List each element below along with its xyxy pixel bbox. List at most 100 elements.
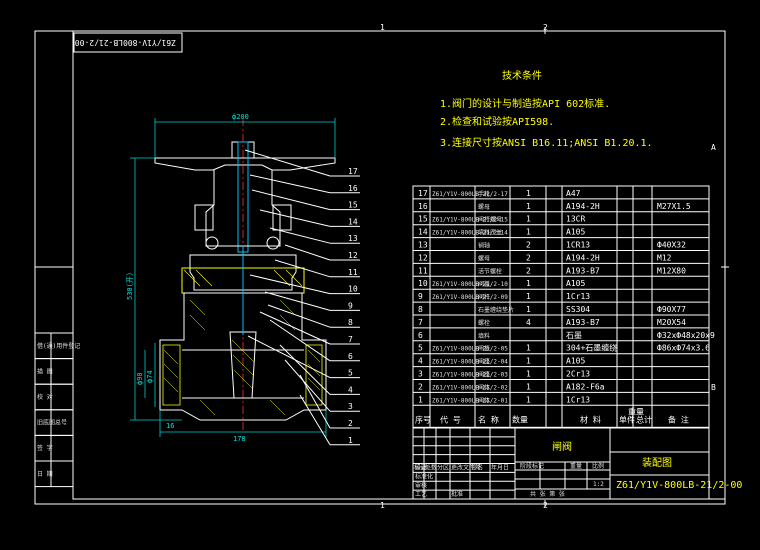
- bom-cell: 阀杆: [478, 293, 490, 301]
- valve-assembly: [154, 118, 336, 430]
- bom-header-cell: 名 称: [478, 414, 499, 424]
- bom-cell: 4: [526, 318, 531, 327]
- bom-cell: Z61/Y1V-800LB-21/2-09: [432, 294, 508, 301]
- tech-line-2: 2.检查和试验按API598.: [440, 115, 554, 128]
- bom-cell: 1Cr13: [566, 292, 590, 301]
- bom-header-cell: 材 料: [580, 414, 601, 424]
- title-block: 闸阀 装配图 Z61/Y1V-800LB-21/2-00 1:2 阶段标记 重量…: [412, 427, 742, 500]
- leader-number: 1: [348, 436, 353, 445]
- leader-number: 5: [348, 369, 353, 378]
- role-label: 工艺: [415, 490, 427, 498]
- bom-cell: 2: [526, 241, 531, 250]
- bom-cell: Z61/Y1V-800LB-21/2-10: [432, 281, 508, 288]
- bom-cell: 填料压盖: [478, 229, 502, 237]
- leader-number: 17: [348, 167, 358, 176]
- border-top-2: 2: [543, 23, 548, 32]
- role-label: 标准化: [415, 472, 433, 480]
- bom-cell: A105: [566, 357, 585, 366]
- bom-cell: 9: [418, 292, 423, 301]
- bom-cell: 10: [418, 279, 428, 288]
- bom-cell: 16: [418, 202, 428, 211]
- bom-cell: 1Cr13: [566, 395, 590, 404]
- border-bottom-2: 2: [543, 501, 548, 510]
- leader-number: 10: [348, 285, 358, 294]
- bom-cell: 13CR: [566, 215, 585, 224]
- bom-cell: 2: [418, 382, 423, 391]
- bom-header-cell: 数量: [512, 414, 528, 424]
- bom-cell: 1: [526, 202, 531, 211]
- leader-number: 4: [348, 385, 353, 394]
- dim-bottom-width: 178: [233, 435, 246, 443]
- bom-cell: 11: [418, 266, 428, 275]
- bom-cell: 石墨: [566, 331, 582, 340]
- bom-cell: 手轮: [478, 190, 490, 198]
- side-table-label: 日 期: [37, 470, 53, 478]
- bom-cell: 阀盖: [478, 280, 490, 288]
- leader-number: 12: [348, 251, 358, 260]
- bom-cell: 1: [526, 344, 531, 353]
- role-label: 审核: [415, 481, 427, 489]
- bom-cell: 8: [418, 305, 423, 314]
- bom-cell: Ф90X77: [657, 305, 686, 314]
- leader-number: 6: [348, 352, 353, 361]
- border-side-a: A: [711, 143, 716, 152]
- dim-d2: ф90: [136, 372, 144, 385]
- bom-cell: 阀体: [478, 383, 490, 391]
- bom-cell: 6: [418, 331, 423, 340]
- bom-cell: 2: [526, 266, 531, 275]
- bom-cell: 闸板: [478, 345, 490, 353]
- tech-title: 技术条件: [502, 69, 542, 82]
- bom-cell: 4: [418, 357, 423, 366]
- bom-cell: Ф32xФ48x20x9: [657, 331, 715, 340]
- bom-cell: 12: [418, 253, 428, 262]
- bom-cell: A105: [566, 228, 585, 237]
- cad-drawing: 1 2 1 2 A B Z61/Y1V-800LB-21/2-00 技术条件 1…: [34, 23, 742, 510]
- border-bottom-1: 1: [380, 501, 385, 510]
- bom-cell: 1: [526, 370, 531, 379]
- bom-cell: A193-B7: [566, 318, 600, 327]
- bom-cell: 活节螺栓: [478, 267, 502, 275]
- tech-line-1: 1.阀门的设计与制造按API 602标准.: [440, 97, 610, 110]
- bom-cell: A193-B7: [566, 266, 600, 275]
- side-table-label: 借(通)用件登记: [37, 342, 80, 350]
- bom-cell: Z61/Y1V-800LB-21/2-03: [432, 372, 508, 379]
- bom-cell: 2Cr13: [566, 370, 590, 379]
- bom-cell: 1: [526, 215, 531, 224]
- bom-cell: 1: [526, 305, 531, 314]
- bom-cell: 1: [526, 357, 531, 366]
- bom-cell: 1: [526, 189, 531, 198]
- bom-cell: 1: [526, 228, 531, 237]
- bom-cell: 5: [418, 344, 423, 353]
- bom-header-cell: 备 注: [668, 414, 689, 424]
- side-table-label: 描 图: [37, 367, 53, 375]
- dim-dn: ф74: [146, 370, 154, 383]
- bom-cell: 螺栓: [478, 319, 490, 327]
- bom-cell: Z61/Y1V-800LB-21/2-04: [432, 359, 508, 366]
- bom-cell: 7: [418, 318, 423, 327]
- leader-number: 9: [348, 301, 353, 310]
- bom-cell: 304+石墨缠绕: [566, 343, 617, 353]
- bom-cell: Z61/Y1V-800LB-21/2-17: [432, 191, 508, 198]
- bom-cell: 3: [418, 370, 423, 379]
- bom-cell: 2: [526, 253, 531, 262]
- bom-cell: 1: [526, 395, 531, 404]
- side-stamp-table: 借(通)用件登记描 图校 对旧底图总号签 字日 期: [34, 332, 80, 488]
- bom-header-cell: 序号: [415, 414, 431, 424]
- bom-header-weight: 重量: [628, 406, 644, 416]
- bom-cell: M12X80: [657, 266, 686, 275]
- bill-of-materials: 17 Z61/Y1V-800LB-21/2-17手轮 1 A4716 螺母 1 A194-2…: [412, 185, 715, 428]
- outer-border: [34, 30, 726, 505]
- rev-header: 年月日: [491, 464, 509, 472]
- part-name: 闸阀: [552, 440, 572, 453]
- bom-cell: A105: [566, 279, 585, 288]
- rev-header: 签名: [471, 464, 483, 472]
- stage-header-3: 比例: [592, 462, 604, 470]
- bom-cell: M27X1.5: [657, 202, 691, 211]
- leader-number: 13: [348, 234, 358, 243]
- bom-cell: 阀体: [478, 396, 490, 404]
- bom-header-cell: 代 号: [440, 414, 461, 424]
- bom-cell: A47: [566, 189, 581, 198]
- leader-number: 16: [348, 184, 358, 193]
- tech-line-3: 3.连接尺寸按ANSI B16.11;ANSI B1.20.1.: [440, 136, 653, 149]
- bom-cell: A194-2H: [566, 253, 600, 262]
